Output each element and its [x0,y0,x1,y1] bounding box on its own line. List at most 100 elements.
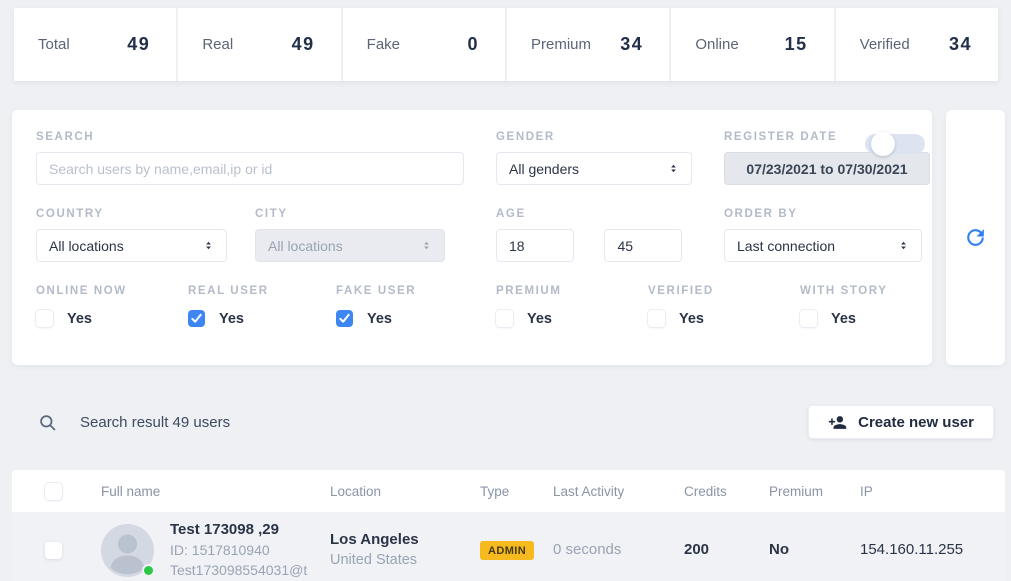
verified-checkbox[interactable] [648,310,665,327]
user-id: ID: 1517810940 [170,540,318,560]
select-all-checkbox[interactable] [45,483,62,500]
with-story-checkbox[interactable] [800,310,817,327]
refresh-button[interactable] [959,221,992,254]
checkbox-option-label: Yes [367,311,392,327]
checkbox-option-label: Yes [679,311,704,327]
stat-label: Verified [860,36,910,53]
stat-label: Real [202,36,233,53]
results-header: Search result 49 users Create new user [12,402,994,442]
premium-label: PREMIUM [496,285,562,297]
column-header-credits[interactable]: Credits [684,484,769,499]
stat-value: 34 [620,34,643,55]
row-checkbox-cell [45,542,101,559]
age-max-input[interactable] [604,229,682,262]
order-by-filter-group: ORDER BY Last connection [724,208,922,262]
gender-filter-group: GENDER All genders [496,131,692,185]
with-story-checkbox-row[interactable]: Yes [800,310,888,327]
ip-value: 154.160.11.255 [860,541,963,558]
real-user-checkbox[interactable] [188,310,205,327]
premium-checkbox[interactable] [496,310,513,327]
checkbox-option-label: Yes [67,311,92,327]
user-management-page: Total 49 Real 49 Fake 0 Premium 34 Onlin… [0,0,1011,581]
results-summary-text: Search result 49 users [80,414,230,431]
up-down-arrows-icon [668,162,679,175]
age-filter-group: AGE [496,208,682,262]
premium-checkbox-row[interactable]: Yes [496,310,562,327]
verified-checkbox-row[interactable]: Yes [648,310,714,327]
users-table: Full name Location Type Last Activity Cr… [12,470,1005,581]
search-filter-group: SEARCH [36,131,464,185]
country-select-value: All locations [49,238,124,254]
real-user-label: REAL USER [188,285,269,297]
checkmark-icon [191,313,202,324]
column-header-location[interactable]: Location [330,484,480,499]
country-select[interactable]: All locations [36,229,227,262]
real-user-checkbox-row[interactable]: Yes [188,310,269,327]
location-cell: Los Angeles United States [330,530,480,570]
register-date-toggle[interactable] [865,134,925,154]
premium-filter-group: PREMIUM Yes [496,285,562,327]
column-header-ip[interactable]: IP [860,484,1005,499]
stat-label: Premium [531,36,591,53]
real-user-filter-group: REAL USER Yes [188,285,269,327]
with-story-label: WITH STORY [800,285,888,297]
results-summary-group: Search result 49 users [38,413,230,432]
search-input[interactable] [36,152,464,185]
up-down-arrows-icon [898,239,909,252]
gender-select-value: All genders [509,161,579,177]
fake-user-checkbox[interactable] [336,310,353,327]
order-by-select[interactable]: Last connection [724,229,922,262]
row-checkbox[interactable] [45,542,62,559]
column-header-last-activity[interactable]: Last Activity [553,484,684,499]
column-header-type[interactable]: Type [480,484,553,499]
user-name-block: Test 173098 ,29 ID: 1517810940 Test17309… [170,520,318,580]
person-add-icon [828,413,847,432]
table-row[interactable]: Test 173098 ,29 ID: 1517810940 Test17309… [12,512,1005,581]
ip-cell: 154.160.11.255 [860,541,1005,559]
checkbox-option-label: Yes [219,311,244,327]
full-name-cell: Test 173098 ,29 ID: 1517810940 Test17309… [101,520,330,580]
stat-total: Total 49 [14,8,178,81]
stat-value: 49 [127,34,150,55]
create-new-user-button[interactable]: Create new user [808,405,994,439]
stat-label: Fake [367,36,400,53]
column-header-premium[interactable]: Premium [769,484,860,499]
checkbox-option-label: Yes [527,311,552,327]
with-story-filter-group: WITH STORY Yes [800,285,888,327]
stat-value: 15 [785,34,808,55]
premium-cell: No [769,541,860,559]
credits-cell: 200 [684,541,769,559]
last-activity-cell: 0 seconds [553,541,684,559]
register-date-range[interactable]: 07/23/2021 to 07/30/2021 [724,152,930,185]
checkbox-option-label: Yes [831,311,856,327]
online-now-filter-group: ONLINE NOW Yes [36,285,127,327]
stats-bar: Total 49 Real 49 Fake 0 Premium 34 Onlin… [14,8,998,81]
stat-real: Real 49 [178,8,342,81]
last-activity-value: 0 seconds [553,541,621,558]
order-by-label: ORDER BY [724,208,922,220]
online-now-checkbox[interactable] [36,310,53,327]
country-label: COUNTRY [36,208,227,220]
column-header-full-name[interactable]: Full name [101,484,330,499]
verified-filter-group: VERIFIED Yes [648,285,714,327]
gender-select[interactable]: All genders [496,152,692,185]
filters-panel: SEARCH GENDER All genders REGISTER DATE … [12,110,932,365]
premium-value: No [769,541,789,558]
search-icon [38,413,57,432]
avatar[interactable] [101,524,154,577]
fake-user-checkbox-row[interactable]: Yes [336,310,416,327]
city-select: All locations [255,229,445,262]
stat-online: Online 15 [671,8,835,81]
stat-value: 34 [949,34,972,55]
up-down-arrows-icon [421,239,432,252]
register-date-value: 07/23/2021 to 07/30/2021 [746,161,907,177]
refresh-icon [963,225,988,250]
search-label: SEARCH [36,131,464,143]
age-min-input[interactable] [496,229,574,262]
stat-premium: Premium 34 [507,8,671,81]
user-full-name[interactable]: Test 173098 ,29 [170,520,318,540]
verified-label: VERIFIED [648,285,714,297]
user-city: Los Angeles [330,530,480,550]
type-cell: ADMIN [480,541,553,560]
online-now-checkbox-row[interactable]: Yes [36,310,127,327]
